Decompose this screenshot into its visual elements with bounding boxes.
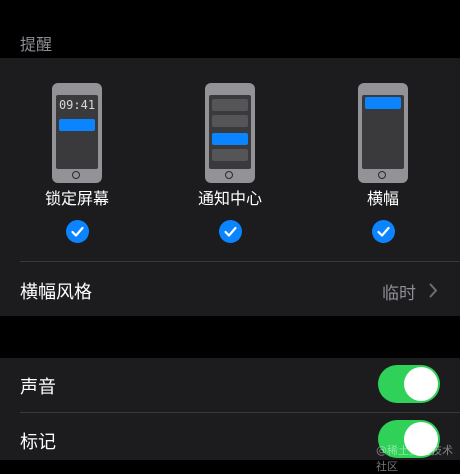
alert-style-label: 通知中心 <box>197 189 262 208</box>
preview-notification <box>212 99 248 111</box>
lock-screen-preview: 09:41 <box>52 83 102 183</box>
phone-screen <box>209 95 251 169</box>
home-button <box>378 171 386 179</box>
watermark: @稀土掘金技术社区 <box>376 444 453 473</box>
banner-style-value: 临时 <box>382 284 416 304</box>
home-button <box>72 171 80 179</box>
alert-style-label: 锁定屏幕 <box>44 189 109 208</box>
phone-screen <box>362 95 404 169</box>
preview-notification <box>59 119 95 131</box>
sounds-toggle[interactable] <box>378 365 440 403</box>
section-title: 提醒 <box>20 35 53 54</box>
preview-notification <box>212 133 248 145</box>
alerts-group: 09:41 锁定屏幕 通知中心 横幅 横幅风格 临时 <box>0 58 460 316</box>
chevron-right-icon <box>429 283 438 302</box>
checkmark-icon[interactable] <box>66 220 89 243</box>
banner-style-row[interactable]: 横幅风格 临时 <box>0 262 460 316</box>
toggle-knob <box>404 367 438 401</box>
home-button <box>225 171 233 179</box>
sounds-label: 声音 <box>20 377 56 398</box>
alert-style-picker: 09:41 锁定屏幕 通知中心 横幅 <box>0 58 460 262</box>
preview-notification <box>212 115 248 127</box>
banner-preview <box>358 83 408 183</box>
alert-style-notification-center[interactable]: 通知中心 <box>160 58 300 262</box>
badges-label: 标记 <box>20 432 56 453</box>
preview-clock: 09:41 <box>58 98 96 112</box>
alert-style-banners[interactable]: 横幅 <box>313 58 453 262</box>
phone-screen: 09:41 <box>56 95 98 169</box>
alert-style-label: 横幅 <box>366 189 399 208</box>
alert-style-lock-screen[interactable]: 09:41 锁定屏幕 <box>7 58 147 262</box>
section-header: 提醒 <box>0 0 460 58</box>
preview-notification <box>365 97 401 109</box>
preview-notification <box>212 149 248 161</box>
banner-style-label: 横幅风格 <box>20 282 92 303</box>
sounds-row: 声音 <box>0 358 460 412</box>
notification-center-preview <box>205 83 255 183</box>
checkmark-icon[interactable] <box>219 220 242 243</box>
checkmark-icon[interactable] <box>372 220 395 243</box>
